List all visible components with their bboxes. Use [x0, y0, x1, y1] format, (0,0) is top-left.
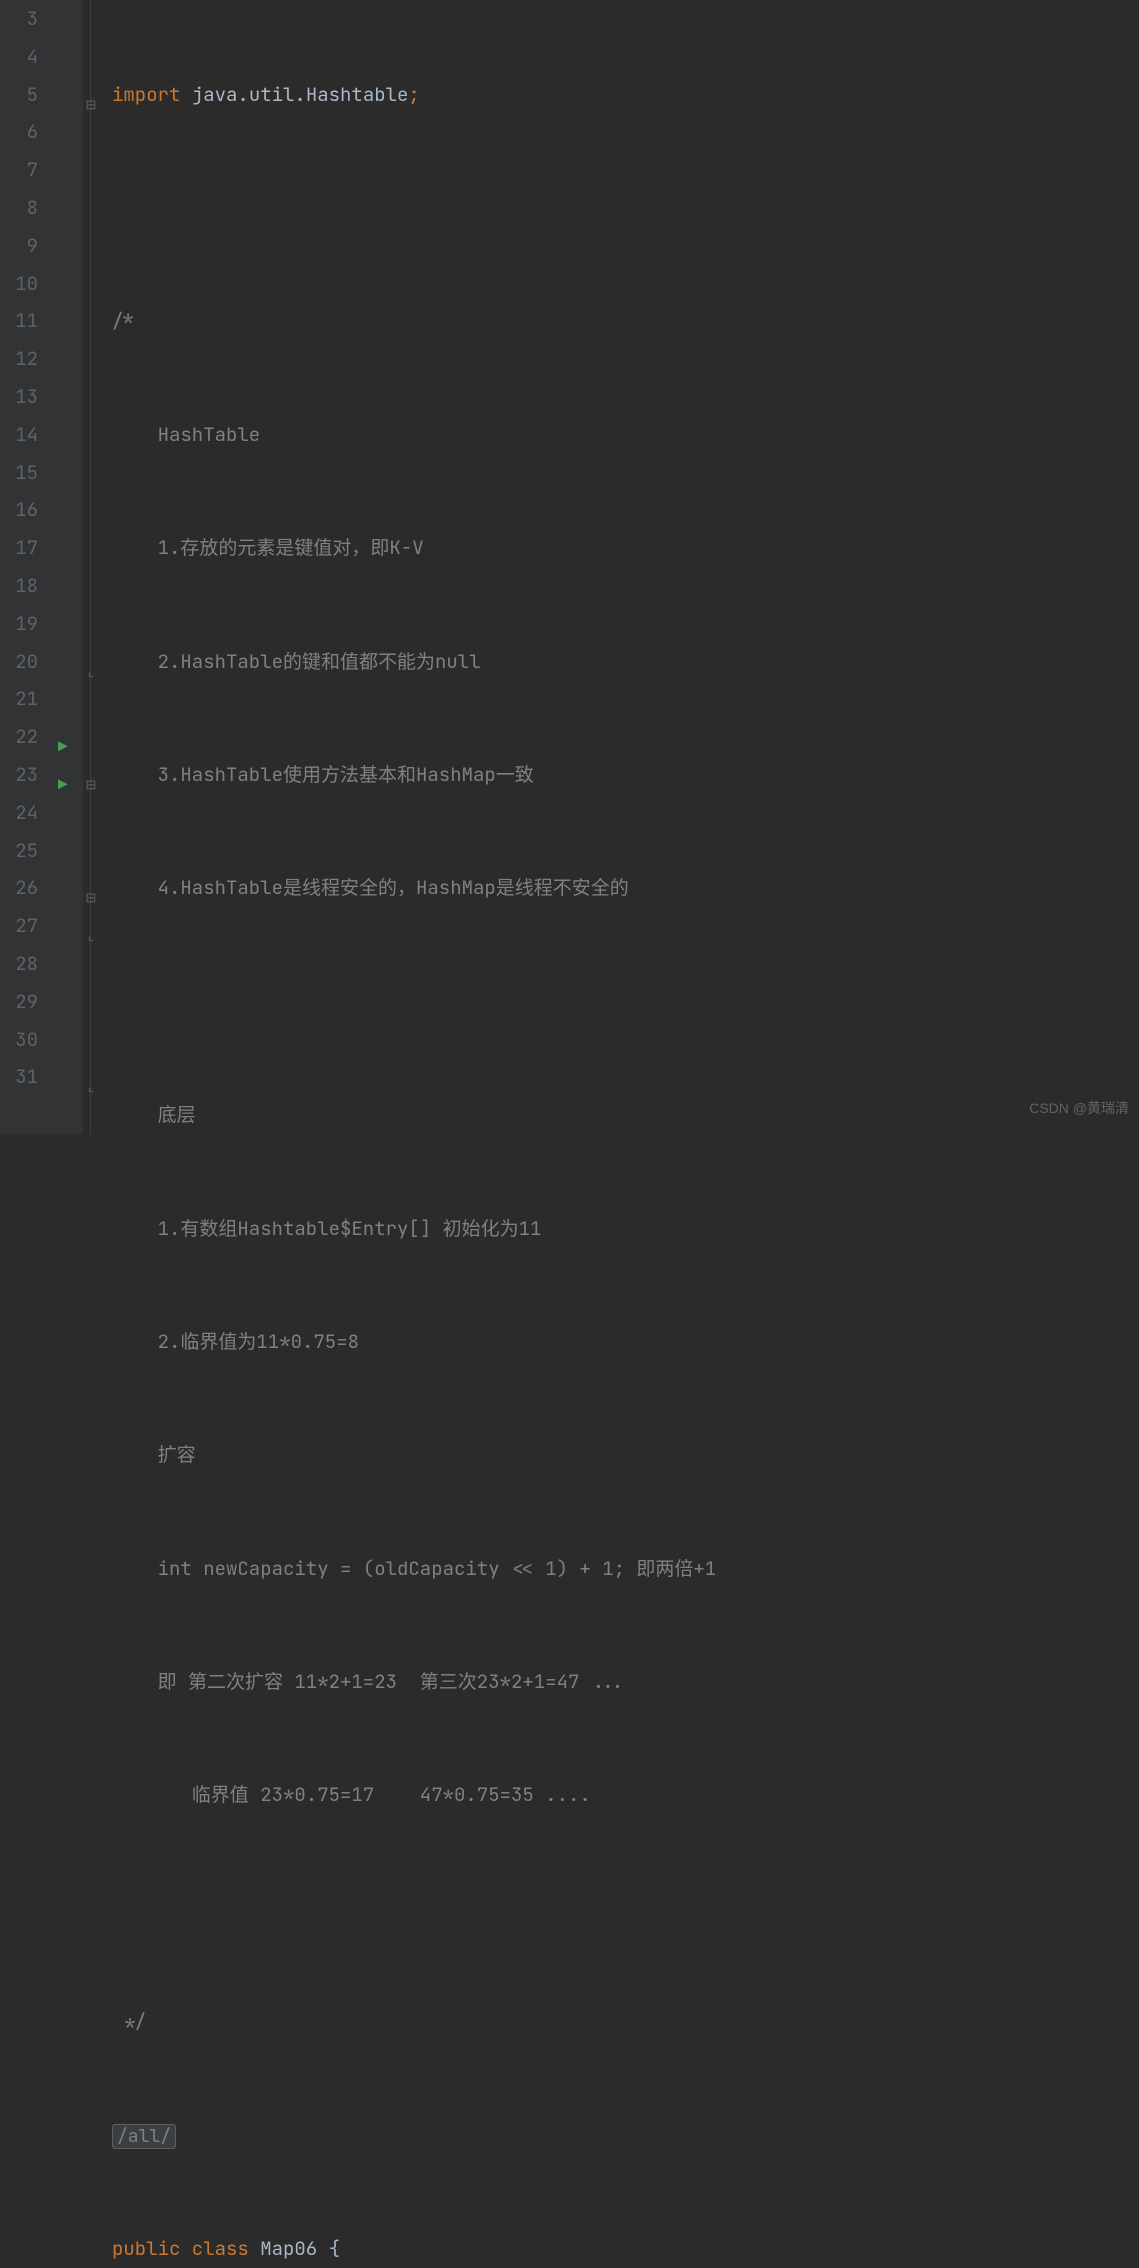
line-number: 16 [0, 491, 38, 529]
line-number: 11 [0, 302, 38, 340]
line-number: 26 [0, 869, 38, 907]
marker-gutter: ▶▶ [52, 0, 82, 1134]
line-number: 3 [0, 0, 38, 38]
code-line: 扩容 [112, 1436, 1139, 1474]
line-number: 22 [0, 718, 38, 756]
code-line: 临界值 23*0.75=17 47*0.75=35 .... [112, 1776, 1139, 1814]
code-area[interactable]: import java.util.Hashtable; /* HashTable… [100, 0, 1139, 1134]
code-line [112, 1890, 1139, 1928]
line-number: 25 [0, 832, 38, 870]
fold-open-icon[interactable]: ⊟ [84, 86, 98, 124]
line-number: 21 [0, 680, 38, 718]
line-number: 20 [0, 643, 38, 681]
code-line: 4.HashTable是线程安全的，HashMap是线程不安全的 [112, 869, 1139, 907]
fold-gutter: ⊟⊟⊟⌞⌞⌞ [82, 0, 100, 1134]
folded-region[interactable]: /all/ [112, 2124, 176, 2149]
code-line: int newCapacity = (oldCapacity << 1) + 1… [112, 1550, 1139, 1588]
line-number: 23 [0, 756, 38, 794]
line-number: 24 [0, 794, 38, 832]
line-number: 4 [0, 38, 38, 76]
line-number: 10 [0, 265, 38, 303]
line-number: 18 [0, 567, 38, 605]
fold-open-icon[interactable]: ⊟ [84, 879, 98, 917]
code-line: 1.有数组Hashtable$Entry[] 初始化为11 [112, 1210, 1139, 1248]
line-number: 12 [0, 340, 38, 378]
line-number-gutter: 3456789101112131415161718192021222324252… [0, 0, 52, 1134]
line-number: 13 [0, 378, 38, 416]
code-line: HashTable [112, 416, 1139, 454]
code-line: 即 第二次扩容 11*2+1=23 第三次23*2+1=47 ... [112, 1663, 1139, 1701]
line-number: 27 [0, 907, 38, 945]
code-line: /all/ [112, 2117, 1139, 2155]
line-number: 7 [0, 151, 38, 189]
code-line [112, 983, 1139, 1021]
fold-close-icon[interactable]: ⌞ [84, 917, 98, 955]
line-number: 28 [0, 945, 38, 983]
code-line: import java.util.Hashtable; [112, 76, 1139, 114]
line-number: 17 [0, 529, 38, 567]
fold-close-icon[interactable]: ⌞ [84, 653, 98, 691]
code-line: public class Map06 { [112, 2230, 1139, 2268]
line-number: 9 [0, 227, 38, 265]
fold-close-icon[interactable]: ⌞ [84, 1068, 98, 1106]
code-line: 3.HashTable使用方法基本和HashMap一致 [112, 756, 1139, 794]
run-icon[interactable]: ▶ [58, 728, 68, 766]
code-editor[interactable]: 3456789101112131415161718192021222324252… [0, 0, 1139, 1134]
line-number: 15 [0, 454, 38, 492]
line-number: 14 [0, 416, 38, 454]
code-line: 2.临界值为11*0.75=8 [112, 1323, 1139, 1361]
run-icon[interactable]: ▶ [58, 766, 68, 804]
line-number: 31 [0, 1058, 38, 1096]
line-number: 6 [0, 113, 38, 151]
line-number: 5 [0, 76, 38, 114]
line-number: 8 [0, 189, 38, 227]
line-number: 19 [0, 605, 38, 643]
line-number: 30 [0, 1021, 38, 1059]
code-line: */ [112, 2003, 1139, 2041]
fold-open-icon[interactable]: ⊟ [84, 766, 98, 804]
code-line [112, 189, 1139, 227]
code-line: /* [112, 302, 1139, 340]
line-number: 29 [0, 983, 38, 1021]
watermark: CSDN @黄瑞清 [1029, 1090, 1129, 1128]
code-line: 2.HashTable的键和值都不能为null [112, 643, 1139, 681]
code-line: 底层 [112, 1096, 1139, 1134]
code-line: 1.存放的元素是键值对，即K-V [112, 529, 1139, 567]
